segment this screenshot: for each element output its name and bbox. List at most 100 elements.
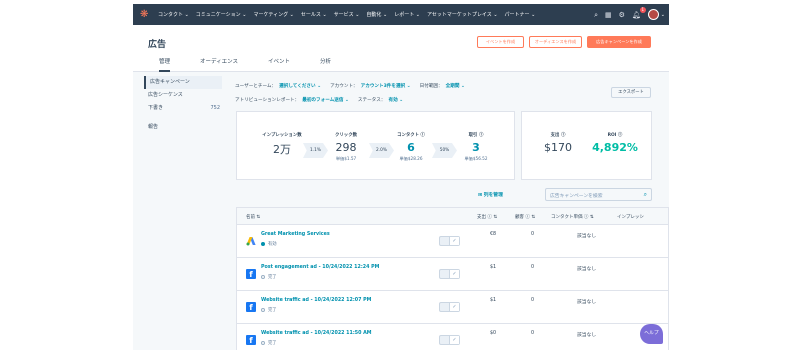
column-header-spend[interactable]: 支出 ⓘ ⇅ — [477, 214, 497, 220]
search-input[interactable]: 広告キャンペーンを検索 ⌕ — [545, 188, 652, 201]
campaign-name-link[interactable]: Website traffic ad - 10/24/2022 11:50 AM — [261, 331, 372, 336]
google-ads-icon — [246, 237, 256, 246]
tab-audiences[interactable]: オーディエンス — [200, 57, 238, 72]
campaign-status-label: 完了 — [268, 341, 277, 346]
impressions-stat: インプレッション数 2万 — [257, 132, 307, 157]
nav-automation[interactable]: 自動化 ⌄ — [366, 11, 387, 18]
table-header: 名前 ⇅ 支出 ⓘ ⇅ 顧客 ⓘ ⇅ コンタクト単価 ⓘ ⇅ インプレッシ — [237, 208, 668, 225]
clicks-stat: クリック数 298 単価$1.57 — [326, 132, 366, 162]
campaign-name-link[interactable]: Website traffic ad - 10/24/2022 12:07 PM — [261, 298, 371, 303]
contact-cost-cell: 該当なし — [577, 300, 597, 305]
campaign-toggle[interactable]: ✓ — [439, 236, 460, 246]
drafts-count: 752 — [210, 105, 220, 111]
contacts-cost: 単価$28.26 — [399, 156, 423, 161]
campaign-table: 名前 ⇅ 支出 ⓘ ⇅ 顧客 ⓘ ⇅ コンタクト単価 ⓘ ⇅ インプレッシ Gr… — [236, 207, 669, 350]
table-row[interactable]: f Website traffic ad - 10/24/2022 11:50 … — [237, 324, 668, 350]
column-header-name[interactable]: 名前 ⇅ — [246, 214, 260, 220]
account-filter[interactable]: アカウント3件を選択 ⌄ — [361, 83, 411, 89]
contacts-value[interactable]: 6 — [391, 141, 431, 154]
create-event-button[interactable]: イベントを作成 — [477, 36, 524, 48]
nav-partner[interactable]: パートナー ⌄ — [505, 11, 536, 18]
completed-status-dot — [261, 307, 265, 312]
roi-label: ROI ⓘ — [607, 133, 623, 138]
nav-marketing[interactable]: マーケティング ⌄ — [253, 11, 293, 18]
page-title: 広告 — [148, 40, 167, 50]
filter-row-2: アトリビューションレポート： 最初のフォーム送信 ⌄ ステータス： 有効 ⌄ — [235, 95, 655, 105]
page-header: 広告 イベントを作成 オーディエンスを作成 広告キャンペーンを作成 管理 オーデ… — [133, 25, 669, 72]
sidebar-item-label: 報告 — [148, 124, 159, 130]
help-button[interactable]: ヘルプ — [640, 324, 663, 344]
deals-value[interactable]: 3 — [456, 141, 496, 154]
campaign-toggle[interactable]: ✓ — [439, 335, 460, 345]
column-header-customers[interactable]: 顧客 ⓘ ⇅ — [515, 214, 535, 220]
user-team-filter-label: ユーザーとチーム： — [235, 84, 277, 89]
campaign-status: 完了 — [261, 307, 277, 313]
attribution-filter[interactable]: 最初のフォーム送信 ⌄ — [302, 97, 349, 103]
status-filter[interactable]: 有効 ⌄ — [388, 97, 403, 103]
customers-cell: 0 — [531, 232, 535, 237]
campaign-name-link[interactable]: Post engagement ad - 10/24/2022 12:24 PM — [261, 265, 379, 270]
sidebar: 広告キャンペーン 広告シーケンス 下書き 752 報告 — [144, 76, 222, 134]
customers-cell: 0 — [531, 298, 535, 303]
nav-icon-group: ⌕ ▦ ⚙ 🔔︎ 1 ⌄ — [594, 4, 665, 25]
user-team-filter[interactable]: 選択してください ⌄ — [279, 83, 321, 89]
contact-cost-cell: 該当なし — [577, 234, 597, 239]
funnel-stats-card: インプレッション数 2万 1.1% クリック数 298 単価$1.57 2.0%… — [236, 111, 515, 180]
manage-columns-button[interactable]: ⊞ 列を管理 — [478, 191, 503, 198]
sidebar-item-drafts[interactable]: 下書き 752 — [144, 102, 222, 115]
check-icon: ✓ — [449, 270, 459, 278]
table-row[interactable]: Great Marketing Services 有効 ✓ €8 0 該当なし — [237, 225, 668, 258]
sidebar-item-ad-sequences[interactable]: 広告シーケンス — [144, 89, 222, 102]
campaign-name-link[interactable]: Great Marketing Services — [261, 232, 330, 237]
sidebar-item-ad-campaigns[interactable]: 広告キャンペーン — [144, 76, 222, 89]
tab-manage[interactable]: 管理 — [159, 57, 171, 72]
customers-cell: 0 — [531, 265, 535, 270]
date-range-filter[interactable]: 全期間 ⌄ — [446, 83, 465, 89]
table-row[interactable]: f Website traffic ad - 10/24/2022 12:07 … — [237, 291, 668, 324]
tab-events[interactable]: イベント — [268, 57, 290, 72]
nav-reports[interactable]: レポート ⌄ — [394, 11, 420, 18]
campaign-status-label: 有効 — [268, 242, 277, 247]
nav-sales[interactable]: セールス ⌄ — [301, 11, 327, 18]
nav-service[interactable]: サービス ⌄ — [334, 11, 360, 18]
campaign-toggle[interactable]: ✓ — [439, 269, 460, 279]
table-row[interactable]: f Post engagement ad - 10/24/2022 12:24 … — [237, 258, 668, 291]
search-icon[interactable]: ⌕ — [644, 191, 647, 199]
search-icon[interactable]: ⌕ — [594, 11, 598, 19]
sidebar-item-label: 下書き — [148, 105, 164, 111]
check-icon: ✓ — [449, 336, 459, 344]
completed-status-dot — [261, 274, 265, 279]
completed-status-dot — [261, 340, 265, 345]
deal-rate-arrow: 50% — [432, 143, 457, 158]
top-navigation: ❋ コンタクト ⌄ コミュニケーション ⌄ マーケティング ⌄ セールス ⌄ サ… — [133, 4, 669, 25]
account-filter-label: アカウント： — [330, 84, 358, 89]
deals-label: 取引 ⓘ — [468, 133, 484, 138]
notification-icon[interactable]: 🔔︎ 1 — [632, 6, 646, 19]
contact-cost-cell: 該当なし — [577, 267, 597, 272]
column-header-impressions[interactable]: インプレッシ — [617, 214, 644, 220]
nav-contacts[interactable]: コンタクト ⌄ — [158, 11, 189, 18]
sidebar-item-label: 広告シーケンス — [148, 92, 183, 98]
avatar[interactable] — [647, 9, 659, 20]
active-status-dot — [261, 241, 265, 246]
export-button[interactable]: エクスポート — [611, 87, 651, 98]
campaign-status-label: 完了 — [268, 275, 277, 280]
clicks-value: 298 — [335, 141, 357, 154]
column-header-contact-cost[interactable]: コンタクト単価 ⓘ ⇅ — [551, 214, 594, 220]
settings-icon[interactable]: ⚙ — [619, 11, 625, 19]
create-audience-button[interactable]: オーディエンスを作成 — [529, 36, 582, 48]
campaign-toggle[interactable]: ✓ — [439, 302, 460, 312]
hubspot-logo-icon[interactable]: ❋ — [140, 9, 151, 20]
marketplace-icon[interactable]: ▦ — [605, 11, 612, 19]
roi-value: 4,892% — [592, 141, 638, 154]
check-icon: ✓ — [449, 237, 459, 245]
nav-conversations[interactable]: コミュニケーション ⌄ — [196, 11, 247, 18]
chevron-down-icon[interactable]: ⌄ — [661, 12, 665, 18]
contacts-stat: コンタクト ⓘ 6 単価$28.26 — [391, 132, 431, 162]
create-ad-campaign-button[interactable]: 広告キャンペーンを作成 — [587, 36, 651, 48]
tab-analyze[interactable]: 分析 — [320, 57, 331, 72]
sidebar-item-reports[interactable]: 報告 — [144, 121, 222, 134]
search-placeholder: 広告キャンペーンを検索 — [550, 194, 603, 199]
tab-bar: 管理 オーディエンス イベント 分析 — [148, 57, 350, 72]
nav-asset-marketplace[interactable]: アセットマーケットプレイス ⌄ — [427, 11, 498, 18]
